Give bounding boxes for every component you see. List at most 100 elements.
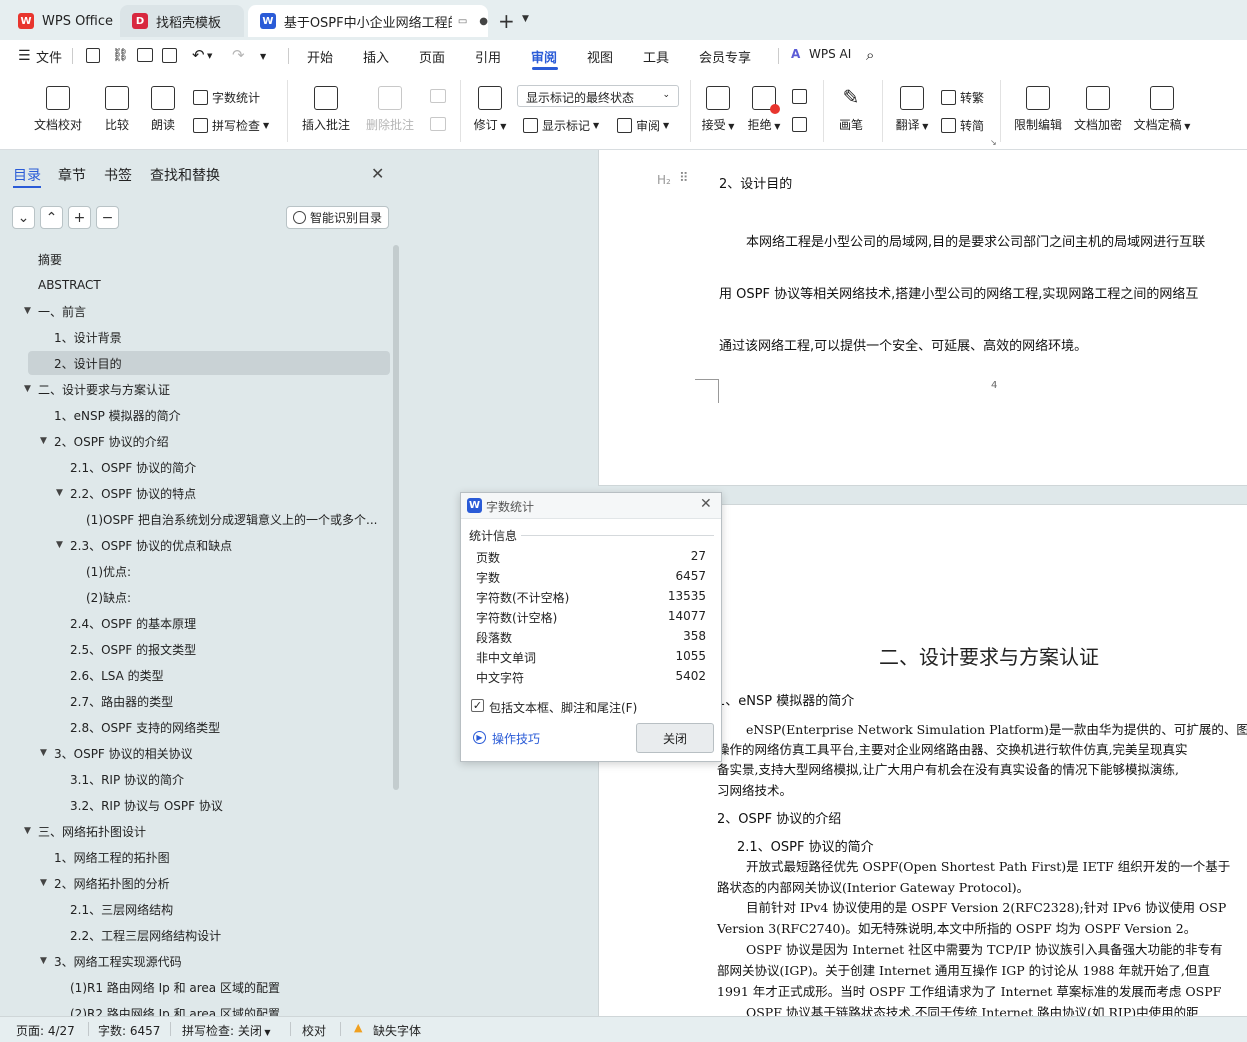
save-icon[interactable] bbox=[86, 48, 100, 63]
tips-link[interactable]: 操作技巧 bbox=[492, 730, 540, 747]
previous-comment-icon[interactable] bbox=[430, 89, 446, 103]
expand-caret-icon[interactable]: ▼ bbox=[56, 540, 63, 550]
body-line[interactable]: 路状态的内部网关协议(Interior Gateway Protocol)。 bbox=[717, 877, 1029, 896]
sidebar-tab-bookmarks[interactable]: 书签 bbox=[104, 165, 132, 185]
toc-item[interactable]: 2.1、三层网络结构 bbox=[0, 897, 390, 921]
toc-item[interactable]: (2)缺点: bbox=[0, 585, 390, 609]
menu-tab-references[interactable]: 引用 bbox=[475, 47, 501, 66]
toc-item[interactable]: 摘要 bbox=[0, 247, 390, 271]
toc-item[interactable]: 2.1、OSPF 协议的简介 bbox=[0, 455, 390, 479]
toc-item[interactable]: ▼ 二、设计要求与方案认证 bbox=[0, 377, 390, 401]
include-checkbox-label[interactable]: 包括文本框、脚注和尾注(F) bbox=[489, 699, 637, 716]
chapter-title[interactable]: 二、设计要求与方案认证 bbox=[879, 641, 1099, 670]
toc-item[interactable]: 1、网络工程的拓扑图 bbox=[0, 845, 390, 869]
add-heading-button[interactable]: + bbox=[68, 206, 91, 229]
toc-item[interactable]: 2.7、路由器的类型 bbox=[0, 689, 390, 713]
expand-caret-icon[interactable]: ▼ bbox=[40, 748, 47, 758]
delete-comment-button[interactable]: 删除批注 bbox=[360, 86, 420, 133]
markup-state-select[interactable]: 显示标记的最终状态 ⌄ bbox=[517, 85, 679, 107]
pen-button[interactable]: ✎ 画笔 bbox=[834, 86, 868, 133]
toc-item[interactable]: (1)R1 路由网络 Ip 和 area 区域的配置 bbox=[0, 975, 390, 999]
subsection-heading[interactable]: 2、OSPF 协议的介绍 bbox=[717, 808, 841, 827]
spell-check-status[interactable]: 拼写检查: 关闭 ▼ bbox=[182, 1022, 271, 1039]
redo-icon[interactable]: ↷ bbox=[232, 46, 245, 64]
to-traditional-button[interactable]: 转繁 bbox=[941, 89, 984, 106]
toc-item[interactable]: 2、设计目的 bbox=[28, 351, 390, 375]
toc-item[interactable]: ▼ 2、网络拓扑图的分析 bbox=[0, 871, 390, 895]
to-simplified-button[interactable]: 转简 bbox=[941, 117, 984, 134]
file-menu[interactable]: 文件 bbox=[36, 47, 62, 66]
toc-item[interactable]: ▼ 3、OSPF 协议的相关协议 bbox=[0, 741, 390, 765]
proofread-button[interactable]: 文档校对 bbox=[28, 86, 88, 133]
search-icon[interactable]: ⌕ bbox=[866, 46, 874, 64]
print-preview-icon[interactable] bbox=[162, 48, 177, 63]
insert-comment-button[interactable]: 插入批注 bbox=[298, 86, 354, 133]
toc-item[interactable]: 2.6、LSA 的类型 bbox=[0, 663, 390, 687]
restrict-edit-button[interactable]: 限制编辑 bbox=[1010, 86, 1066, 133]
spell-check-button[interactable]: 拼写检查 ▼ bbox=[193, 117, 269, 134]
toc-item[interactable]: ▼ 2.2、OSPF 协议的特点 bbox=[0, 481, 390, 505]
menu-tab-review[interactable]: 审阅 bbox=[531, 47, 557, 66]
subsection-heading[interactable]: 2.1、OSPF 协议的简介 bbox=[737, 836, 874, 855]
body-line[interactable]: 习网络技术。 bbox=[717, 780, 792, 799]
next-comment-icon[interactable] bbox=[430, 117, 446, 131]
toc-item[interactable]: ▼ 3、网络工程实现源代码 bbox=[0, 949, 390, 973]
body-line[interactable]: eNSP(Enterprise Network Simulation Platf… bbox=[746, 719, 1247, 738]
undo-icon[interactable]: ↶ bbox=[192, 46, 205, 64]
body-line[interactable]: Version 3(RFC2740)。如无特殊说明,本文中所指的 OSPF 均为… bbox=[717, 918, 1196, 937]
toc-item[interactable]: 2.8、OSPF 支持的网络类型 bbox=[0, 715, 390, 739]
body-line[interactable]: 通过该网络工程,可以提供一个安全、可延展、高效的网络环境。 bbox=[719, 335, 1087, 354]
reject-button[interactable]: 拒绝 ▼ bbox=[744, 86, 784, 133]
menu-tab-home[interactable]: 开始 bbox=[307, 47, 333, 66]
close-icon[interactable]: ✕ bbox=[700, 496, 712, 512]
expand-caret-icon[interactable]: ▼ bbox=[24, 826, 31, 836]
encrypt-button[interactable]: 文档加密 bbox=[1072, 86, 1124, 133]
accept-button[interactable]: 接受 ▼ bbox=[698, 86, 738, 133]
smart-toc-button[interactable]: 智能识别目录 bbox=[286, 206, 389, 229]
toc-item[interactable]: 3.2、RIP 协议与 OSPF 协议 bbox=[0, 793, 390, 817]
tab-wps-office[interactable]: W WPS Office bbox=[6, 5, 116, 37]
track-changes-button[interactable]: 修订 ▼ bbox=[470, 86, 510, 133]
include-checkbox[interactable]: ✓ bbox=[471, 699, 484, 712]
collapse-down-button[interactable]: ⌄ bbox=[12, 206, 35, 229]
tab-current-document[interactable]: W 基于OSPF中小企业网络工程的 ▭ ● bbox=[248, 5, 488, 37]
review-pane-button[interactable]: 审阅 ▼ bbox=[617, 117, 669, 134]
subsection-heading[interactable]: 1、eNSP 模拟器的简介 bbox=[717, 690, 854, 709]
sidebar-tab-find-replace[interactable]: 查找和替换 bbox=[150, 165, 220, 185]
close-button[interactable]: 关闭 bbox=[636, 723, 714, 753]
body-line[interactable]: OSPF 协议基于链路状态技术,不同于传统 Internet 路由协议(如 RI… bbox=[746, 1002, 1199, 1016]
finalize-button[interactable]: 文档定稿 ▼ bbox=[1132, 86, 1192, 133]
unsaved-dot-icon[interactable]: ● bbox=[479, 16, 488, 27]
dialog-launcher-icon[interactable]: ↘ bbox=[990, 138, 997, 147]
close-icon[interactable]: ✕ bbox=[371, 164, 384, 183]
sidebar-tab-toc[interactable]: 目录 bbox=[13, 165, 41, 185]
show-markup-button[interactable]: 显示标记 ▼ bbox=[523, 117, 599, 134]
missing-font-status[interactable]: 缺失字体 bbox=[373, 1022, 421, 1039]
toc-item[interactable]: ▼ 三、网络拓扑图设计 bbox=[0, 819, 390, 843]
menu-tab-membership[interactable]: 会员专享 bbox=[699, 47, 751, 66]
toc-item[interactable]: 2.5、OSPF 的报文类型 bbox=[0, 637, 390, 661]
toc-item[interactable]: ▼ 2、OSPF 协议的介绍 bbox=[0, 429, 390, 453]
undo-chevron-icon[interactable]: ▼ bbox=[207, 52, 212, 60]
next-change-icon[interactable] bbox=[792, 117, 807, 132]
toc-item[interactable]: 3.1、RIP 协议的简介 bbox=[0, 767, 390, 791]
toc-item[interactable]: ▼ 一、前言 bbox=[0, 299, 390, 323]
expand-caret-icon[interactable]: ▼ bbox=[40, 878, 47, 888]
proofread-status[interactable]: 校对 bbox=[302, 1022, 326, 1039]
page-indicator[interactable]: 页面: 4/27 bbox=[16, 1022, 75, 1039]
body-line[interactable]: 用 OSPF 协议等相关网络技术,搭建小型公司的网络工程,实现网路工程之间的网络… bbox=[719, 283, 1198, 302]
body-line[interactable]: 操作的网络仿真工具平台,主要对企业网络路由器、交换机进行软件仿真,完美呈现真实 bbox=[717, 739, 1187, 758]
tab-list-chevron-icon[interactable]: ▼ bbox=[522, 14, 529, 24]
menu-tab-page[interactable]: 页面 bbox=[419, 47, 445, 66]
share-link-icon[interactable]: ⛓ bbox=[112, 48, 129, 63]
toc-item[interactable]: (1)OSPF 把自治系统划分成逻辑意义上的一个或多个... bbox=[0, 507, 390, 531]
expand-caret-icon[interactable]: ▼ bbox=[24, 306, 31, 316]
collapse-up-button[interactable]: ⌃ bbox=[40, 206, 63, 229]
toc-item[interactable]: ABSTRACT bbox=[0, 273, 390, 297]
word-count-indicator[interactable]: 字数: 6457 bbox=[98, 1022, 160, 1039]
body-line[interactable]: 开放式最短路径优先 OSPF(Open Shortest Path First)… bbox=[746, 856, 1230, 875]
toc-item[interactable]: 1、设计背景 bbox=[0, 325, 390, 349]
body-line[interactable]: 部网关协议(IGP)。关于创建 Internet 通用互操作 IGP 的讨论从 … bbox=[717, 960, 1210, 979]
toc-item[interactable]: ▼ 2.3、OSPF 协议的优点和缺点 bbox=[0, 533, 390, 557]
expand-caret-icon[interactable]: ▼ bbox=[40, 956, 47, 966]
